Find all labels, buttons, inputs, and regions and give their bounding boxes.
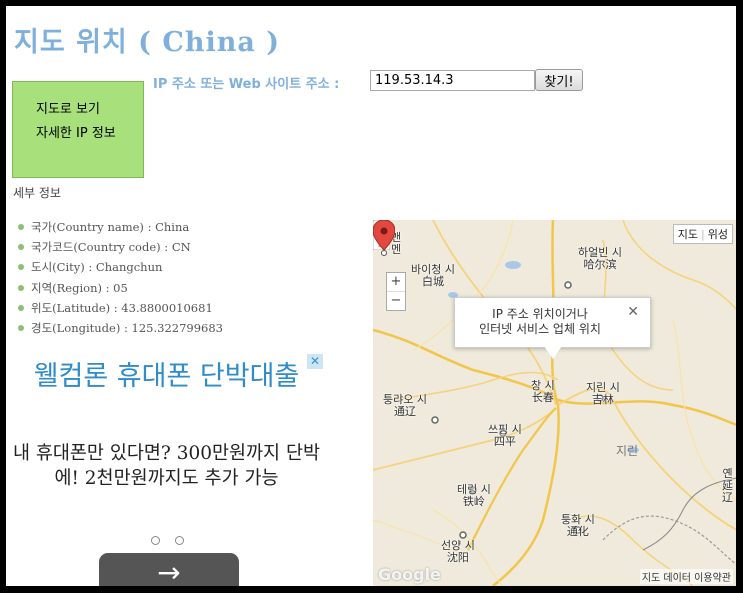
sidebar-item-ip-details[interactable]: 자세한 IP 정보	[36, 122, 116, 141]
city-label: 하얼빈 시 哈尔滨	[578, 246, 622, 271]
sidebar-item-map-view[interactable]: 지도로 보기	[36, 98, 100, 117]
city-label: 테링 시 铁岭	[457, 483, 491, 508]
zoom-control[interactable]: + −	[386, 272, 406, 311]
carousel-dot[interactable]	[151, 536, 160, 545]
sidebar-menu: 지도로 보기 자세한 IP 정보	[12, 81, 144, 178]
city-label: 옌延辽	[722, 467, 733, 504]
zoom-in-button[interactable]: +	[387, 273, 405, 292]
ip-search-input[interactable]	[370, 70, 535, 91]
city-label: 바이청 시 白城	[411, 263, 455, 288]
list-item: 경도(Longitude) : 125.322799683	[18, 318, 223, 338]
bullet-icon	[18, 264, 24, 271]
google-logo[interactable]: Google	[378, 565, 441, 584]
ad-close-icon[interactable]: ✕	[307, 354, 323, 369]
info-window-tail	[544, 346, 562, 359]
page-frame: 지도 위치 ( China ) 지도로 보기 자세한 IP 정보 IP 주소 또…	[6, 6, 736, 586]
city-label: 지린 시 吉林	[586, 381, 620, 406]
ad-title[interactable]: 웰컴론 휴대폰 단박대출	[10, 358, 323, 395]
ad-text[interactable]: 내 휴대폰만 있다면? 300만원까지 단박에! 2천만원까지도 추가 가능	[10, 441, 323, 491]
list-item: 국가코드(Country code) : CN	[18, 237, 223, 257]
city-label: 창 시 长春	[531, 379, 555, 404]
page-title: 지도 위치 ( China )	[14, 27, 281, 58]
bullet-icon	[18, 244, 24, 251]
list-item: 도시(City) : Changchun	[18, 257, 223, 277]
ad-carousel-dots[interactable]	[151, 530, 199, 549]
city-label: 선양 시 沈阳	[441, 539, 475, 564]
bullet-icon	[18, 224, 24, 231]
carousel-dot[interactable]	[175, 536, 184, 545]
map-type-map[interactable]: 지도	[678, 228, 698, 241]
region-label: 지린	[616, 444, 639, 458]
bullet-icon	[18, 284, 24, 291]
advertisement[interactable]: 웰컴론 휴대폰 단박대출 ✕ 내 휴대폰만 있다면? 300만원까지 단박에! …	[10, 354, 330, 586]
find-button[interactable]: 찾기!	[535, 69, 583, 91]
location-pin-icon[interactable]	[373, 220, 395, 256]
city-label: 퉁랴오 시 通辽	[383, 393, 427, 418]
list-item: 국가(Country name) : China	[18, 217, 223, 237]
list-item: 지역(Region) : 05	[18, 278, 223, 298]
bullet-icon	[18, 325, 24, 332]
details-title: 세부 정보	[13, 186, 61, 200]
map-type-control[interactable]: 지도 | 위성	[672, 224, 733, 244]
search-label: IP 주소 또는 Web 사이트 주소 :	[153, 77, 340, 92]
details-list: 국가(Country name) : China 국가코드(Country co…	[18, 217, 223, 338]
google-map[interactable]: 지도 | 위성 + − 맨멘 하얼빈 시 哈尔滨 바이청 시 白城 창 시 长春 지린 시…	[373, 220, 736, 586]
city-label: 퉁화 시 通化	[561, 513, 595, 538]
map-type-satellite[interactable]: 위성	[708, 228, 728, 241]
zoom-out-button[interactable]: −	[387, 292, 405, 310]
info-window-close-icon[interactable]: ✕	[627, 304, 639, 320]
map-info-window: IP 주소 위치이거나 인터넷 서비스 업체 위치 ✕	[454, 297, 651, 348]
ad-next-arrow-icon[interactable]: →	[99, 553, 239, 586]
city-label: 쓰핑 시 四平	[488, 423, 522, 448]
map-footer[interactable]: 지도 데이터 이용약관	[639, 569, 733, 584]
bullet-icon	[18, 304, 24, 311]
list-item: 위도(Latitude) : 43.8800010681	[18, 298, 223, 318]
